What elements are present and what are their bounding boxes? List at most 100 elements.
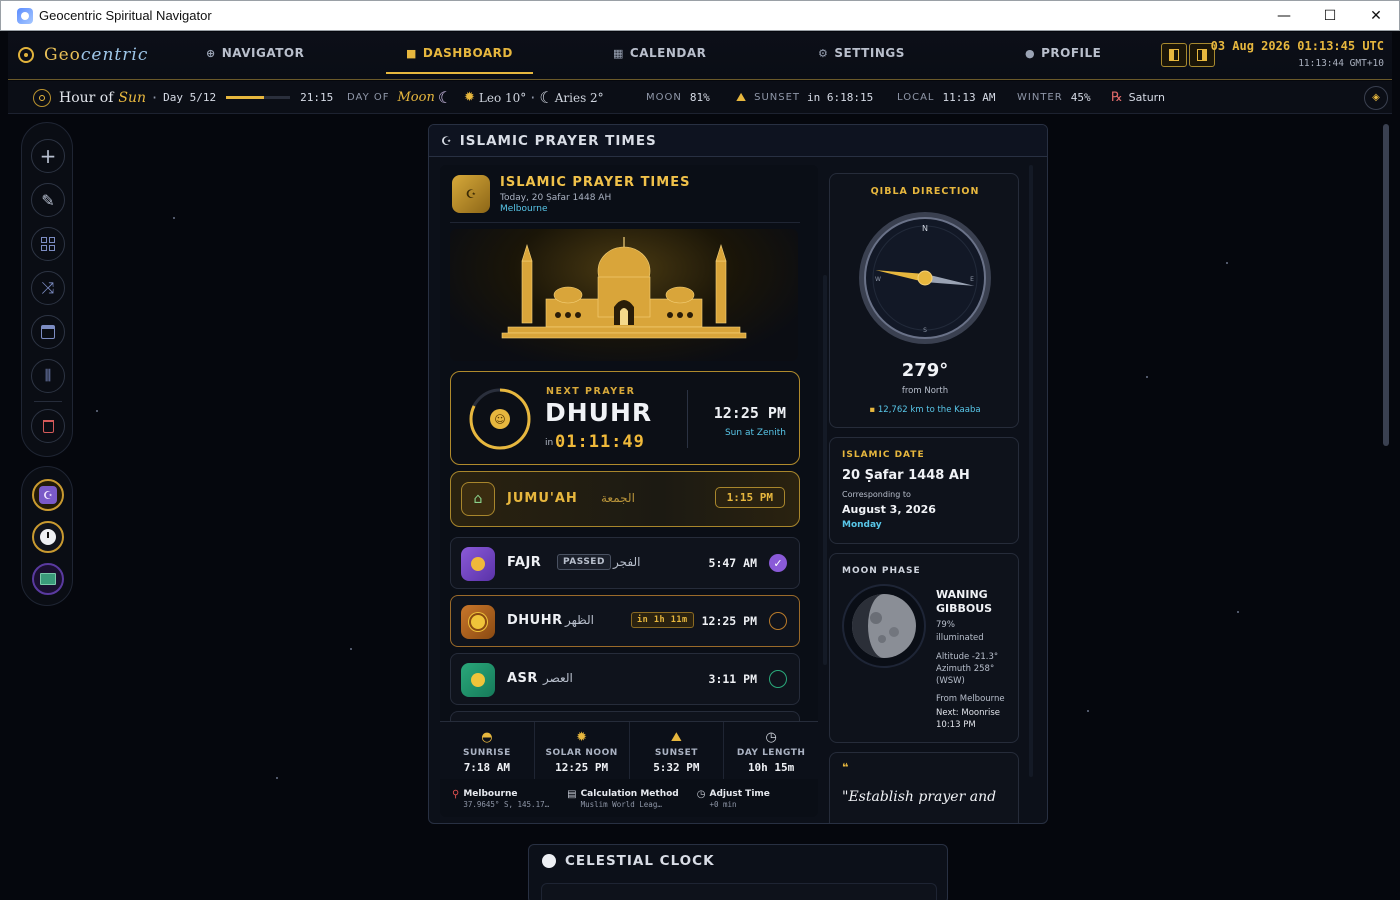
mosque-illustration	[450, 229, 798, 361]
moon-phase-card: MOON PHASE WANING GIBBOUS 79% illuminate…	[829, 553, 1019, 743]
jumuah-name: JUMU'AH	[507, 491, 578, 506]
shuffle-button[interactable]: ⤨	[31, 271, 65, 305]
grid-button[interactable]	[31, 227, 65, 261]
prayer-list-scrollbar[interactable]	[823, 275, 827, 665]
pin-icon: ⚲	[452, 789, 460, 800]
close-button[interactable]: ✕	[1353, 1, 1399, 31]
panel-title: ISLAMIC PRAYER TIMES	[500, 175, 691, 190]
strip-menu-button[interactable]: ◈	[1364, 81, 1388, 114]
day-length-cell: ◷ DAY LENGTH 10h 15m	[724, 722, 818, 779]
maximize-button[interactable]: ☐	[1307, 1, 1353, 31]
nav-dashboard[interactable]: ■ DASHBOARD	[386, 46, 533, 74]
sunset-icon: ⛰	[670, 730, 682, 745]
sign-positions: ✹ Leo 10° · ☾ Aries 2°	[464, 88, 604, 107]
islamic-date-title: ISLAMIC DATE	[842, 450, 925, 460]
prayer-name: DHUHR	[507, 613, 563, 628]
add-button[interactable]: +	[31, 139, 65, 173]
moon-phase-icon	[842, 584, 926, 668]
retrograde-icon: ℞	[1111, 90, 1123, 105]
prayer-arabic: الفجر	[613, 555, 641, 569]
jumuah-row[interactable]: ⌂ JUMU'AH الجمعة 1:15 PM	[450, 471, 800, 527]
mosque-icon: ⌂	[461, 482, 495, 516]
prayer-time: 5:47 AM	[708, 556, 757, 570]
sunrise-cell: ◓ SUNRISE 7:18 AM	[440, 722, 535, 779]
kaaba-icon: ▪	[869, 405, 878, 415]
islamic-date-card: ISLAMIC DATE 20 Ṣafar 1448 AH Correspond…	[829, 437, 1019, 544]
countdown-prefix: in	[545, 438, 554, 448]
check-circle-icon[interactable]	[769, 670, 787, 688]
grid-icon	[41, 237, 55, 251]
window-title: Geocentric Spiritual Navigator	[39, 8, 212, 23]
right-column-scrollbar[interactable]	[1029, 165, 1033, 777]
prayer-arabic: الظهر	[565, 613, 594, 627]
window-titlebar: Geocentric Spiritual Navigator — ☐ ✕	[0, 0, 1400, 31]
sun-icon: ✹	[576, 730, 588, 745]
local-time: LOCAL 11:13 AM	[897, 91, 996, 104]
edit-button[interactable]: ✎	[31, 183, 65, 217]
prayer-row-fajr[interactable]: FAJR PASSED الفجر 5:47 AM ✓	[450, 537, 800, 589]
sun-ring-icon	[33, 88, 51, 107]
next-prayer-note: Sun at Zenith	[724, 428, 786, 438]
nav-profile[interactable]: ● PROFILE	[1025, 46, 1101, 60]
delete-button[interactable]	[31, 409, 65, 443]
sliders-icon: ⫼	[44, 368, 52, 384]
svg-text:☺: ☺	[494, 413, 505, 426]
corresponding-label: Corresponding to	[842, 490, 911, 499]
layout-button[interactable]	[31, 315, 65, 349]
book-widget-button[interactable]	[32, 563, 64, 595]
prayer-row-dhuhr[interactable]: DHUHR الظهر in 1h 11m 12:25 PM	[450, 595, 800, 647]
logo[interactable]: Geocentric	[18, 45, 148, 65]
sliders-button[interactable]: ⫼	[31, 359, 65, 393]
top-navbar: Geocentric ⊕ NAVIGATOR ■ DASHBOARD ▦ CALEND…	[8, 32, 1392, 80]
hour-of-label: Hour of	[59, 89, 114, 106]
prayer-row-asr[interactable]: ASR العصر 3:11 PM	[450, 653, 800, 705]
panel-left-icon	[1169, 49, 1179, 61]
globe-icon: ⊕	[206, 46, 216, 60]
qibla-degrees: 279°	[901, 360, 949, 381]
svg-text:W: W	[875, 276, 881, 283]
nav-calendar[interactable]: ▦ CALENDAR	[613, 46, 706, 60]
weekday: Monday	[842, 520, 882, 530]
city-link[interactable]: Melbourne	[500, 204, 548, 214]
layout-left-button[interactable]	[1161, 43, 1187, 67]
nav-settings[interactable]: ⚙ SETTINGS	[818, 46, 905, 60]
sunrise-icon: ◓	[481, 730, 493, 745]
page-scrollbar[interactable]	[1383, 124, 1389, 446]
qibla-title: QIBLA DIRECTION	[870, 186, 980, 197]
timer-icon: ◷	[696, 789, 706, 800]
next-prayer-card[interactable]: ☺ NEXT PRAYER DHUHR in 01:11:49 12:25 PM…	[450, 371, 800, 465]
clock-icon	[40, 529, 56, 545]
clock-widget-button[interactable]	[32, 521, 64, 553]
calc-method-setting[interactable]: ▤ Calculation Method Muslim World Leag…	[567, 789, 679, 809]
calendar-icon: ▦	[613, 46, 624, 60]
tool-palette: + ✎ ⤨ ⫼	[21, 122, 73, 457]
clipboard-icon: ▤	[567, 789, 577, 800]
location-setting[interactable]: ⚲ Melbourne 37.9645° S, 145.17…	[452, 789, 549, 809]
jumuah-time: 1:15 PM	[714, 487, 785, 508]
check-circle-icon[interactable]	[769, 612, 787, 630]
cloud-sun-icon	[461, 663, 495, 697]
sun-times-bar: ◓ SUNRISE 7:18 AM ✹ SOLAR NOON 12:25 PM ⛰ SUN…	[440, 721, 818, 779]
crescent-icon: ☾	[539, 88, 554, 107]
qibla-card: QIBLA DIRECTION N S E W 279° from North …	[829, 173, 1019, 428]
sunset-cell: ⛰ SUNSET 5:32 PM	[630, 722, 725, 779]
celestial-clock-title: CELESTIAL CLOCK	[565, 853, 715, 869]
status-strip: Hour of Sun · Day 5/12 21:15 DAY OF Moon…	[8, 81, 1392, 114]
planetary-hour[interactable]: Hour of Sun · Day 5/12 21:15	[33, 81, 333, 114]
crescent-icon: ☪	[452, 175, 490, 213]
check-icon[interactable]: ✓	[769, 554, 787, 572]
hijri-today: Today, 20 Ṣafar 1448 AH	[500, 193, 612, 203]
sun-icon: ✹	[464, 90, 475, 105]
prayer-time: 3:11 PM	[708, 672, 757, 686]
prayer-widget-button[interactable]: ☪	[32, 479, 64, 511]
hour-time: 21:15	[300, 91, 334, 104]
nav-navigator[interactable]: ⊕ NAVIGATOR	[206, 46, 304, 60]
prayer-row-partial	[450, 711, 800, 721]
jumuah-arabic: الجمعة	[601, 491, 635, 505]
adjust-time-setting[interactable]: ◷ Adjust Time +0 min	[697, 789, 770, 809]
minimize-button[interactable]: —	[1261, 1, 1307, 31]
moon-icon: ☾	[437, 88, 453, 107]
kaaba-distance: ▪ 12,762 km to the Kaaba	[869, 405, 981, 415]
moon-phase-title: MOON PHASE	[842, 566, 921, 576]
diamond-icon: ◈	[1364, 85, 1388, 110]
